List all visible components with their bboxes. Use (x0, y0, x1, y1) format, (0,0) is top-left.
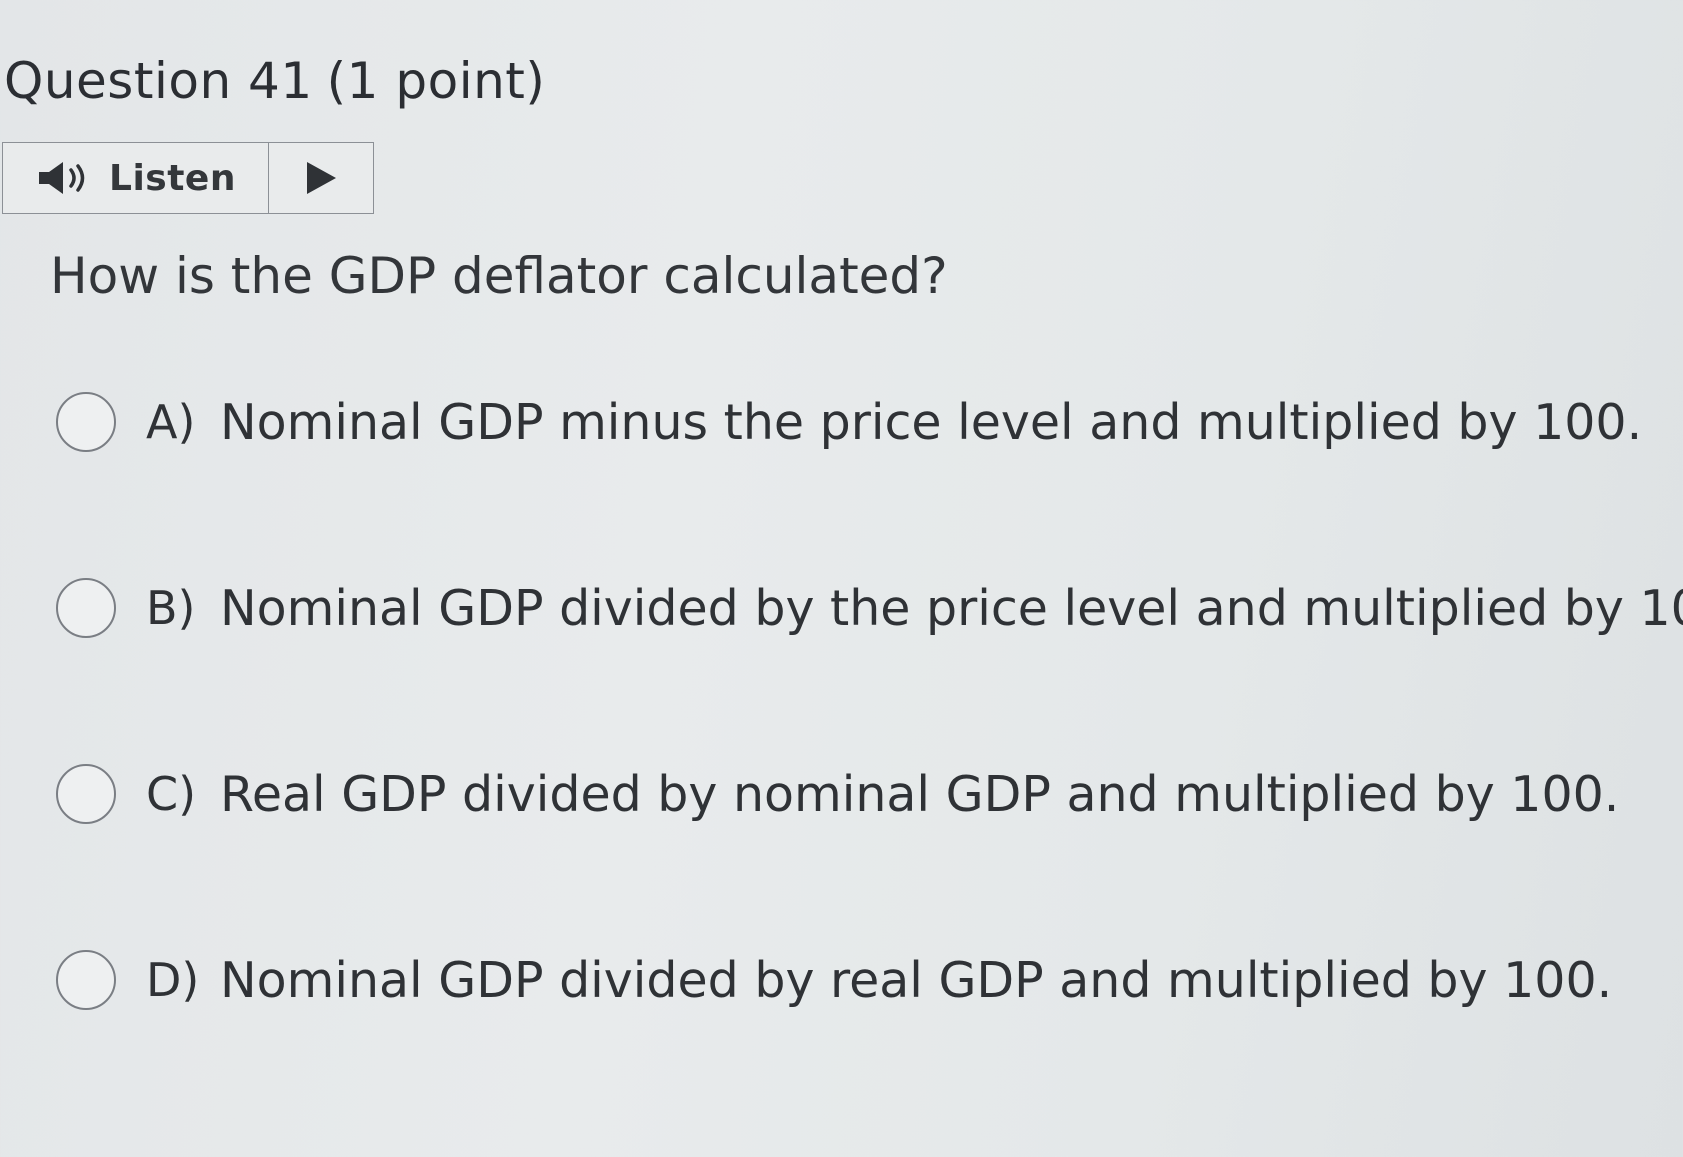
play-button[interactable] (269, 143, 373, 213)
answer-option-b[interactable]: B) Nominal GDP divided by the price leve… (56, 578, 1683, 638)
listen-widget: Listen (2, 142, 374, 214)
option-text: Nominal GDP divided by the price level a… (220, 579, 1683, 637)
radio-button[interactable] (56, 578, 116, 638)
question-points: (1 point) (326, 52, 546, 110)
option-text: Nominal GDP divided by real GDP and mult… (220, 951, 1613, 1009)
radio-button[interactable] (56, 764, 116, 824)
listen-button[interactable]: Listen (3, 143, 269, 213)
question-text: How is the GDP deflator calculated? (50, 247, 948, 305)
listen-label: Listen (109, 157, 236, 199)
answer-option-a[interactable]: A) Nominal GDP minus the price level and… (56, 392, 1642, 452)
answer-option-c[interactable]: C) Real GDP divided by nominal GDP and m… (56, 764, 1619, 824)
option-letter: B) (146, 581, 196, 635)
option-text: Nominal GDP minus the price level and mu… (220, 393, 1643, 451)
option-text: Real GDP divided by nominal GDP and mult… (220, 765, 1620, 823)
option-letter: A) (146, 395, 196, 449)
answer-option-d[interactable]: D) Nominal GDP divided by real GDP and m… (56, 950, 1612, 1010)
question-title: Question 41 (4, 52, 313, 110)
quiz-page: Question 41 (1 point) Listen How is the G… (0, 0, 1683, 1157)
radio-button[interactable] (56, 950, 116, 1010)
radio-button[interactable] (56, 392, 116, 452)
play-icon (303, 159, 339, 197)
option-letter: D) (146, 953, 200, 1007)
question-header: Question 41 (1 point) (4, 52, 545, 110)
option-letter: C) (146, 767, 197, 821)
speaker-icon (35, 158, 99, 198)
